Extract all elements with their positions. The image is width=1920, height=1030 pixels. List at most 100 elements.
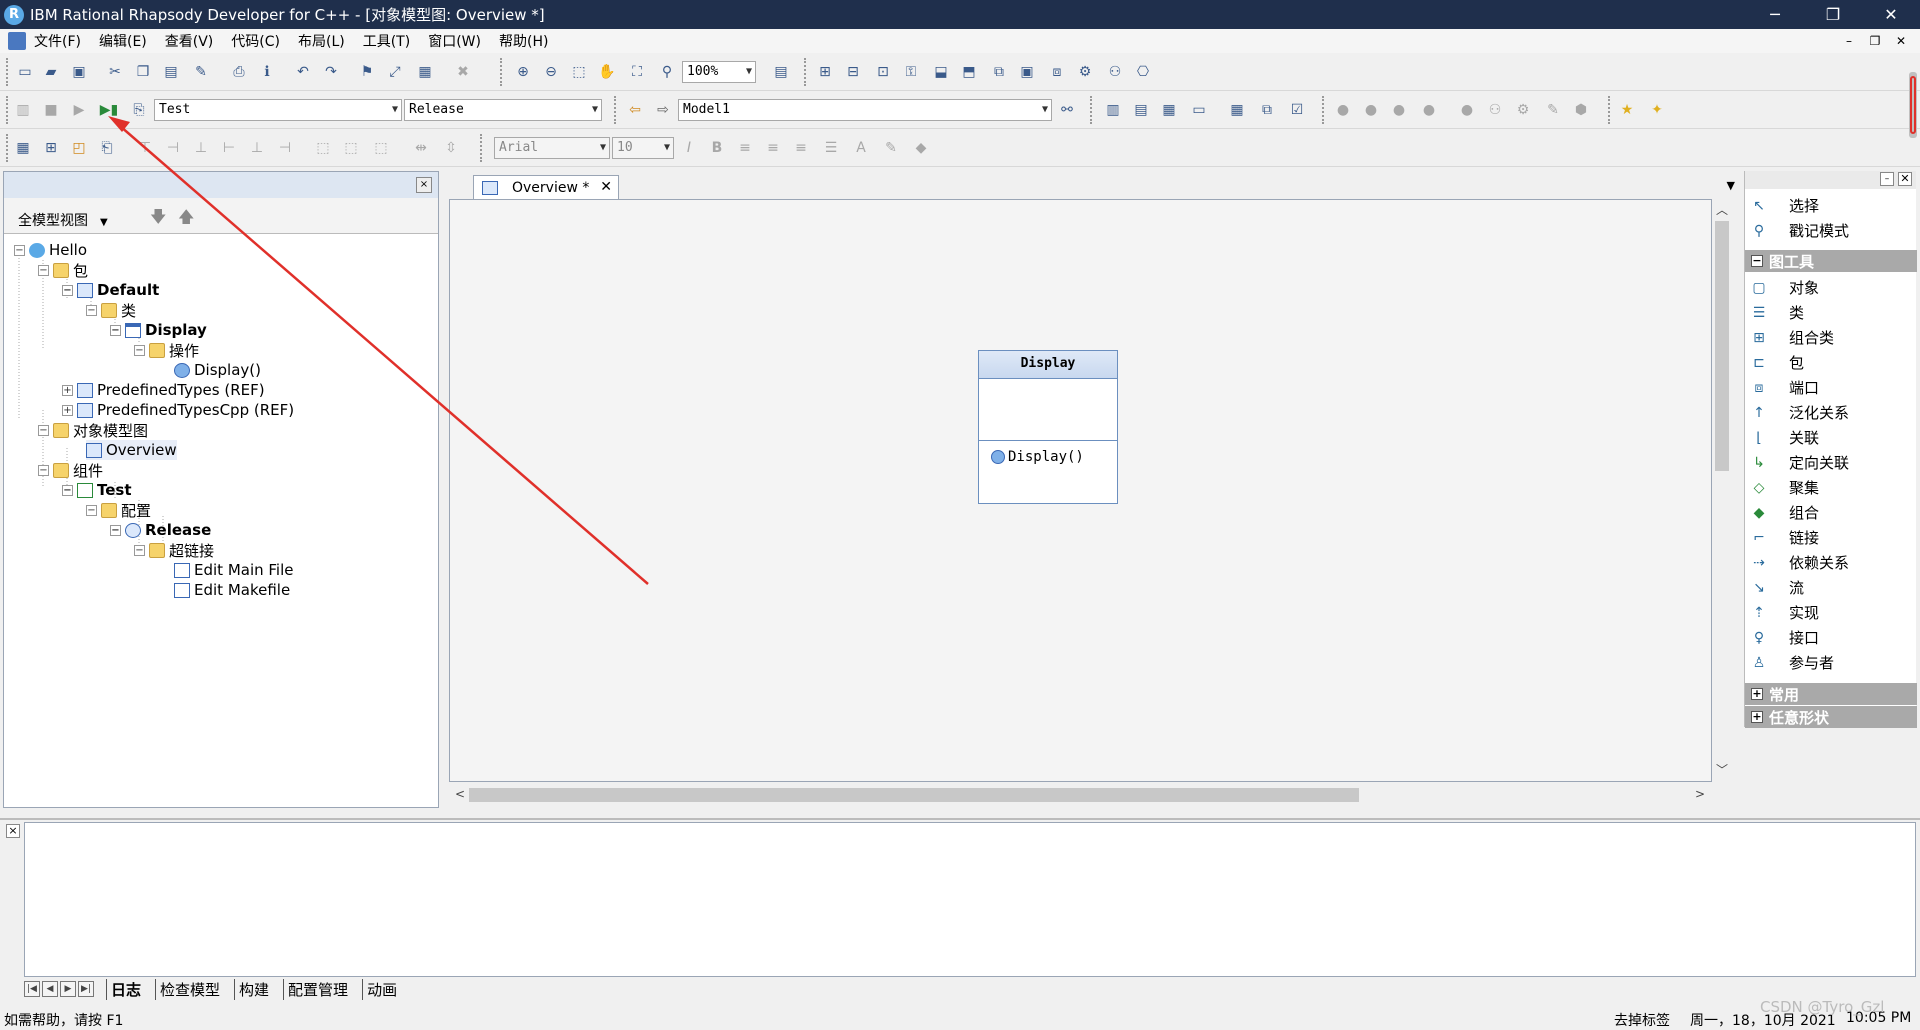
menu-window[interactable]: 窗口(W) [428,31,481,51]
align-bottom-icon[interactable]: ⊥ [190,137,212,159]
tree-node-components[interactable]: − 组件 [38,460,103,480]
print-icon[interactable]: ⎙ [228,61,250,83]
toolbar-grip[interactable] [6,96,10,124]
tool-aggregation[interactable]: ◇ 聚集 [1745,475,1917,500]
output-tab-log[interactable]: 日志 [106,978,145,1000]
scroll-thumb[interactable] [1715,221,1729,471]
tool-select[interactable]: ↖ 选择 [1745,193,1917,218]
tool-composite-class[interactable]: ⊞ 组合类 [1745,325,1917,350]
scroll-right-icon[interactable]: > [1695,787,1705,801]
diagram-tool-7-icon[interactable]: ⧉ [988,61,1010,83]
animation-go-icon[interactable]: ● [1332,99,1354,121]
tree-node-object-model-diagrams[interactable]: − 对象模型图 [38,420,148,440]
run-icon[interactable]: ▶ [68,99,90,121]
tree-toggle[interactable]: − [110,324,121,336]
restore-button[interactable]: ❐ [1804,0,1862,29]
paste-icon[interactable]: ▤ [160,61,182,83]
page-breaks-icon[interactable]: ⎗ [96,137,118,159]
diagram-tool-3-icon[interactable]: ⊡ [872,61,894,83]
open-folder-icon[interactable]: ▰ [40,61,62,83]
toolbar-grip[interactable] [6,58,10,86]
toolbar-grip[interactable] [6,134,10,162]
tree-toggle[interactable]: + [62,404,73,416]
diagram-tool-5-icon[interactable]: ⬓ [930,61,952,83]
tree-toggle[interactable]: − [62,484,73,496]
same-size-icon[interactable]: ⬚ [312,137,334,159]
diagram-tool-8-icon[interactable]: ▣ [1016,61,1038,83]
align-right-icon[interactable]: ⊣ [274,137,296,159]
right-edge-scrollbar[interactable] [1909,72,1917,138]
zoom-combo[interactable]: 100% ▼ [682,61,756,83]
menu-tools[interactable]: 工具(T) [363,31,410,51]
scroll-left-icon[interactable]: < [455,787,465,801]
last-tab-icon[interactable]: ▶| [78,981,94,997]
font-name-combo[interactable]: Arial ▼ [494,137,610,159]
delete-icon[interactable]: ✖ [452,61,474,83]
output-tab-check-model[interactable]: 检查模型 [155,978,224,1000]
tool-realization[interactable]: ⇡ 实现 [1745,600,1917,625]
mdi-minimize-button[interactable]: – [1836,29,1862,53]
prev-tab-icon[interactable]: ◀ [42,981,58,997]
fill-color-icon[interactable]: ◆ [910,137,932,159]
tree-node-packages[interactable]: − 包 [38,260,88,280]
canvas-horizontal-scrollbar[interactable]: < > [449,784,1712,806]
text-align-left-icon[interactable]: ≡ [734,137,756,159]
space-across-icon[interactable]: ⇹ [410,137,432,159]
line-color-icon[interactable]: ✎ [880,137,902,159]
mdi-close-button[interactable]: ✕ [1888,29,1914,53]
pin-button[interactable]: – [1880,172,1894,186]
tree-toggle[interactable]: − [38,464,49,476]
output-tab-build[interactable]: 构建 [234,978,273,1000]
zoom-in-icon[interactable]: ⊕ [512,61,534,83]
tree-node-display-class[interactable]: − Display [110,320,207,340]
tool-package[interactable]: ⊏ 包 [1745,350,1917,375]
tab-close-icon[interactable]: ✕ [600,179,612,195]
animation-watch-icon[interactable]: ⚇ [1484,99,1506,121]
output-log-area[interactable] [24,822,1916,977]
toolbar-grip[interactable] [500,58,504,86]
tree-toggle[interactable]: − [14,244,25,256]
undo-icon[interactable]: ↶ [292,61,314,83]
same-width-icon[interactable]: ⬚ [340,137,362,159]
model-combo[interactable]: Model1 ▼ [678,99,1052,121]
animation-pen-icon[interactable]: ✎ [1542,99,1564,121]
tree-node-predefined-types[interactable]: + PredefinedTypes (REF) [62,380,265,400]
tree-toggle[interactable]: − [134,544,145,556]
tree-toggle[interactable]: − [38,424,49,436]
browser-window-icon[interactable]: ▥ [1102,99,1124,121]
edit-checklist-icon[interactable]: ☑ [1286,99,1308,121]
redo-icon[interactable]: ↷ [320,61,342,83]
move-up-icon[interactable]: 🡅 [178,206,194,233]
navigate-icon[interactable]: ⤢ [384,61,406,83]
canvas-vertical-scrollbar[interactable]: ︿ ﹀ [1712,199,1732,782]
active-configuration-combo[interactable]: Release ▼ [404,99,602,121]
menu-view[interactable]: 查看(V) [165,31,214,51]
animation-break-icon[interactable]: ● [1388,99,1410,121]
class-box-display[interactable]: Display Display() [978,350,1118,504]
menu-layout[interactable]: 布局(L) [298,31,345,51]
tree-node-edit-main-file[interactable]: Edit Main File [174,560,294,580]
animation-threads-icon[interactable]: ● [1456,99,1478,121]
output-close-button[interactable]: × [6,824,20,838]
bullets-icon[interactable]: ☰ [820,137,842,159]
grid-icon[interactable]: ▦ [12,137,34,159]
tool-link[interactable]: ⌐ 链接 [1745,525,1917,550]
diagram-tool-4-icon[interactable]: ⚿ [900,61,922,83]
tool-interface[interactable]: ♀ 接口 [1745,625,1917,650]
stop-icon[interactable]: ■ [40,99,62,121]
diagram-tool-6-icon[interactable]: ⬒ [958,61,980,83]
menu-code[interactable]: 代码(C) [231,31,280,51]
tree-node-classes[interactable]: − 类 [86,300,136,320]
diagram-tool-10-icon[interactable]: ⚙ [1074,61,1096,83]
toolbar-grip[interactable] [1322,96,1326,124]
close-button[interactable]: ✕ [1862,0,1920,29]
animation-event-icon[interactable]: ⬢ [1570,99,1592,121]
tool-composition[interactable]: ◆ 组合 [1745,500,1917,525]
italic-icon[interactable]: I [678,137,700,159]
toolbar-grip[interactable] [804,58,808,86]
align-center-icon[interactable]: ⊥ [246,137,268,159]
tree-toggle[interactable]: + [62,384,73,396]
drawing-toolbar-icon[interactable]: ▭ [1188,99,1210,121]
make-icon[interactable]: ▥ [12,99,34,121]
move-down-icon[interactable]: 🡇 [150,206,166,233]
